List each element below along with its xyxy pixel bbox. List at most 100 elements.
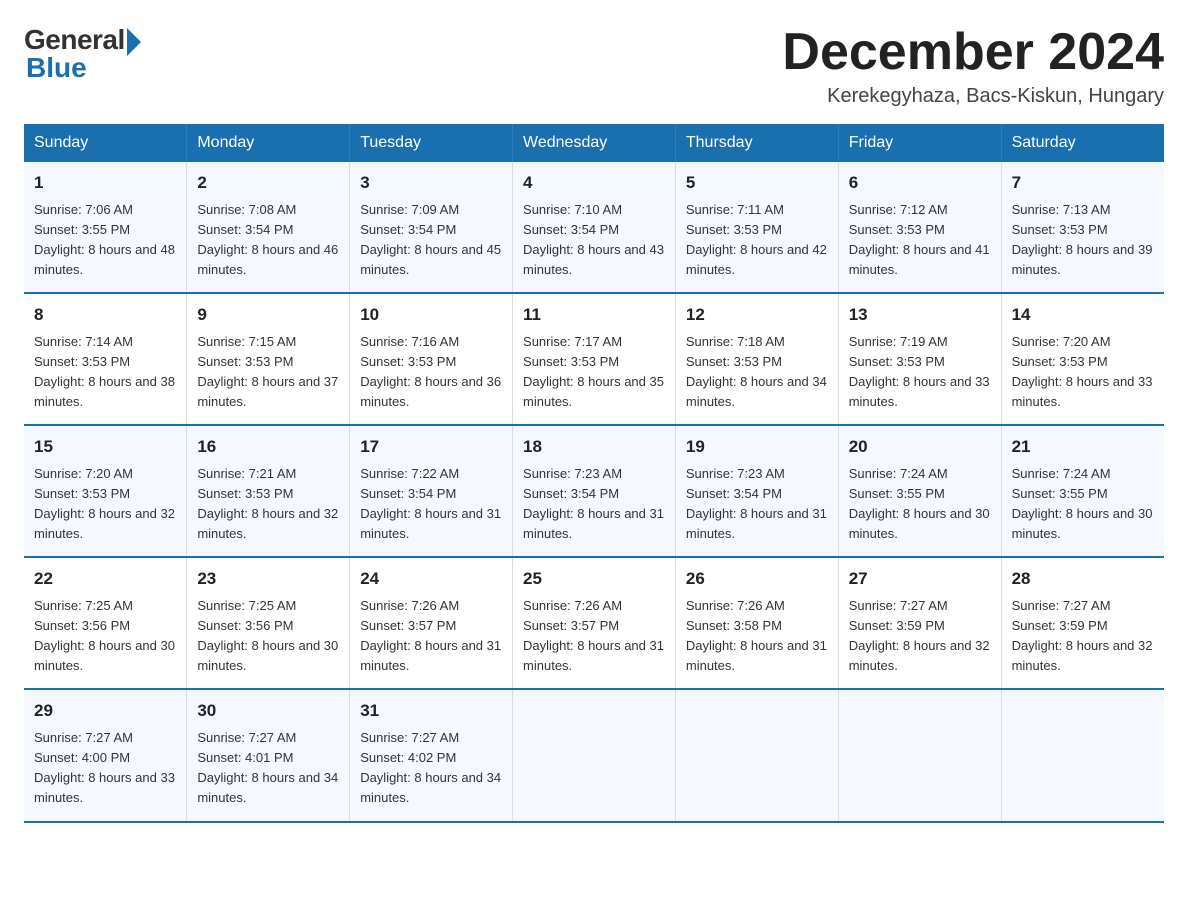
day-info: Sunrise: 7:20 AM Sunset: 3:53 PM Dayligh… [1012, 332, 1154, 413]
day-number: 14 [1012, 302, 1154, 328]
calendar-week-row: 8 Sunrise: 7:14 AM Sunset: 3:53 PM Dayli… [24, 293, 1164, 425]
day-number: 7 [1012, 170, 1154, 196]
calendar-day-cell [1001, 689, 1164, 821]
calendar-day-cell: 15 Sunrise: 7:20 AM Sunset: 3:53 PM Dayl… [24, 425, 187, 557]
day-info: Sunrise: 7:24 AM Sunset: 3:55 PM Dayligh… [849, 464, 991, 545]
calendar-day-cell: 25 Sunrise: 7:26 AM Sunset: 3:57 PM Dayl… [513, 557, 676, 689]
calendar-day-cell: 28 Sunrise: 7:27 AM Sunset: 3:59 PM Dayl… [1001, 557, 1164, 689]
logo: General Blue [24, 24, 141, 84]
day-info: Sunrise: 7:25 AM Sunset: 3:56 PM Dayligh… [34, 596, 176, 677]
day-number: 29 [34, 698, 176, 724]
day-number: 6 [849, 170, 991, 196]
calendar-day-cell: 12 Sunrise: 7:18 AM Sunset: 3:53 PM Dayl… [675, 293, 838, 425]
calendar-day-cell: 18 Sunrise: 7:23 AM Sunset: 3:54 PM Dayl… [513, 425, 676, 557]
day-number: 9 [197, 302, 339, 328]
day-info: Sunrise: 7:27 AM Sunset: 4:01 PM Dayligh… [197, 728, 339, 809]
day-info: Sunrise: 7:23 AM Sunset: 3:54 PM Dayligh… [686, 464, 828, 545]
calendar-week-row: 29 Sunrise: 7:27 AM Sunset: 4:00 PM Dayl… [24, 689, 1164, 821]
day-number: 21 [1012, 434, 1154, 460]
day-number: 22 [34, 566, 176, 592]
day-info: Sunrise: 7:23 AM Sunset: 3:54 PM Dayligh… [523, 464, 665, 545]
calendar-day-cell: 6 Sunrise: 7:12 AM Sunset: 3:53 PM Dayli… [838, 162, 1001, 293]
day-info: Sunrise: 7:24 AM Sunset: 3:55 PM Dayligh… [1012, 464, 1154, 545]
day-number: 26 [686, 566, 828, 592]
day-number: 23 [197, 566, 339, 592]
day-info: Sunrise: 7:11 AM Sunset: 3:53 PM Dayligh… [686, 200, 828, 281]
col-sunday: Sunday [24, 124, 187, 162]
day-number: 13 [849, 302, 991, 328]
calendar-day-cell: 21 Sunrise: 7:24 AM Sunset: 3:55 PM Dayl… [1001, 425, 1164, 557]
calendar-day-cell: 4 Sunrise: 7:10 AM Sunset: 3:54 PM Dayli… [513, 162, 676, 293]
day-number: 15 [34, 434, 176, 460]
day-info: Sunrise: 7:09 AM Sunset: 3:54 PM Dayligh… [360, 200, 502, 281]
calendar-day-cell: 16 Sunrise: 7:21 AM Sunset: 3:53 PM Dayl… [187, 425, 350, 557]
day-number: 31 [360, 698, 502, 724]
day-number: 8 [34, 302, 176, 328]
day-info: Sunrise: 7:13 AM Sunset: 3:53 PM Dayligh… [1012, 200, 1154, 281]
calendar-day-cell: 1 Sunrise: 7:06 AM Sunset: 3:55 PM Dayli… [24, 162, 187, 293]
calendar-day-cell: 26 Sunrise: 7:26 AM Sunset: 3:58 PM Dayl… [675, 557, 838, 689]
day-info: Sunrise: 7:16 AM Sunset: 3:53 PM Dayligh… [360, 332, 502, 413]
calendar-week-row: 22 Sunrise: 7:25 AM Sunset: 3:56 PM Dayl… [24, 557, 1164, 689]
day-info: Sunrise: 7:27 AM Sunset: 3:59 PM Dayligh… [1012, 596, 1154, 677]
day-number: 11 [523, 302, 665, 328]
day-number: 27 [849, 566, 991, 592]
calendar-day-cell: 3 Sunrise: 7:09 AM Sunset: 3:54 PM Dayli… [350, 162, 513, 293]
day-info: Sunrise: 7:26 AM Sunset: 3:57 PM Dayligh… [360, 596, 502, 677]
col-saturday: Saturday [1001, 124, 1164, 162]
calendar-day-cell: 20 Sunrise: 7:24 AM Sunset: 3:55 PM Dayl… [838, 425, 1001, 557]
day-number: 1 [34, 170, 176, 196]
day-number: 25 [523, 566, 665, 592]
calendar-day-cell: 29 Sunrise: 7:27 AM Sunset: 4:00 PM Dayl… [24, 689, 187, 821]
calendar-day-cell [513, 689, 676, 821]
calendar-day-cell [675, 689, 838, 821]
day-info: Sunrise: 7:20 AM Sunset: 3:53 PM Dayligh… [34, 464, 176, 545]
calendar-table: Sunday Monday Tuesday Wednesday Thursday… [24, 124, 1164, 822]
day-number: 10 [360, 302, 502, 328]
col-monday: Monday [187, 124, 350, 162]
day-number: 28 [1012, 566, 1154, 592]
page-header: General Blue December 2024 Kerekegyhaza,… [24, 24, 1164, 108]
day-number: 2 [197, 170, 339, 196]
day-number: 4 [523, 170, 665, 196]
col-wednesday: Wednesday [513, 124, 676, 162]
calendar-day-cell: 31 Sunrise: 7:27 AM Sunset: 4:02 PM Dayl… [350, 689, 513, 821]
day-info: Sunrise: 7:06 AM Sunset: 3:55 PM Dayligh… [34, 200, 176, 281]
day-info: Sunrise: 7:08 AM Sunset: 3:54 PM Dayligh… [197, 200, 339, 281]
day-info: Sunrise: 7:25 AM Sunset: 3:56 PM Dayligh… [197, 596, 339, 677]
day-info: Sunrise: 7:22 AM Sunset: 3:54 PM Dayligh… [360, 464, 502, 545]
calendar-day-cell: 2 Sunrise: 7:08 AM Sunset: 3:54 PM Dayli… [187, 162, 350, 293]
calendar-day-cell: 27 Sunrise: 7:27 AM Sunset: 3:59 PM Dayl… [838, 557, 1001, 689]
calendar-day-cell [838, 689, 1001, 821]
day-info: Sunrise: 7:10 AM Sunset: 3:54 PM Dayligh… [523, 200, 665, 281]
calendar-day-cell: 8 Sunrise: 7:14 AM Sunset: 3:53 PM Dayli… [24, 293, 187, 425]
calendar-day-cell: 22 Sunrise: 7:25 AM Sunset: 3:56 PM Dayl… [24, 557, 187, 689]
calendar-day-cell: 7 Sunrise: 7:13 AM Sunset: 3:53 PM Dayli… [1001, 162, 1164, 293]
calendar-day-cell: 9 Sunrise: 7:15 AM Sunset: 3:53 PM Dayli… [187, 293, 350, 425]
day-info: Sunrise: 7:18 AM Sunset: 3:53 PM Dayligh… [686, 332, 828, 413]
day-info: Sunrise: 7:14 AM Sunset: 3:53 PM Dayligh… [34, 332, 176, 413]
calendar-day-cell: 14 Sunrise: 7:20 AM Sunset: 3:53 PM Dayl… [1001, 293, 1164, 425]
col-friday: Friday [838, 124, 1001, 162]
logo-arrow-icon [127, 28, 141, 56]
day-number: 18 [523, 434, 665, 460]
logo-blue-text: Blue [26, 52, 87, 84]
day-info: Sunrise: 7:17 AM Sunset: 3:53 PM Dayligh… [523, 332, 665, 413]
col-thursday: Thursday [675, 124, 838, 162]
day-number: 19 [686, 434, 828, 460]
day-info: Sunrise: 7:27 AM Sunset: 3:59 PM Dayligh… [849, 596, 991, 677]
calendar-day-cell: 13 Sunrise: 7:19 AM Sunset: 3:53 PM Dayl… [838, 293, 1001, 425]
day-number: 30 [197, 698, 339, 724]
calendar-header-row: Sunday Monday Tuesday Wednesday Thursday… [24, 124, 1164, 162]
calendar-day-cell: 19 Sunrise: 7:23 AM Sunset: 3:54 PM Dayl… [675, 425, 838, 557]
day-number: 16 [197, 434, 339, 460]
day-info: Sunrise: 7:26 AM Sunset: 3:58 PM Dayligh… [686, 596, 828, 677]
day-info: Sunrise: 7:15 AM Sunset: 3:53 PM Dayligh… [197, 332, 339, 413]
day-info: Sunrise: 7:27 AM Sunset: 4:02 PM Dayligh… [360, 728, 502, 809]
calendar-day-cell: 23 Sunrise: 7:25 AM Sunset: 3:56 PM Dayl… [187, 557, 350, 689]
calendar-day-cell: 11 Sunrise: 7:17 AM Sunset: 3:53 PM Dayl… [513, 293, 676, 425]
calendar-day-cell: 24 Sunrise: 7:26 AM Sunset: 3:57 PM Dayl… [350, 557, 513, 689]
day-info: Sunrise: 7:27 AM Sunset: 4:00 PM Dayligh… [34, 728, 176, 809]
day-number: 20 [849, 434, 991, 460]
day-info: Sunrise: 7:19 AM Sunset: 3:53 PM Dayligh… [849, 332, 991, 413]
